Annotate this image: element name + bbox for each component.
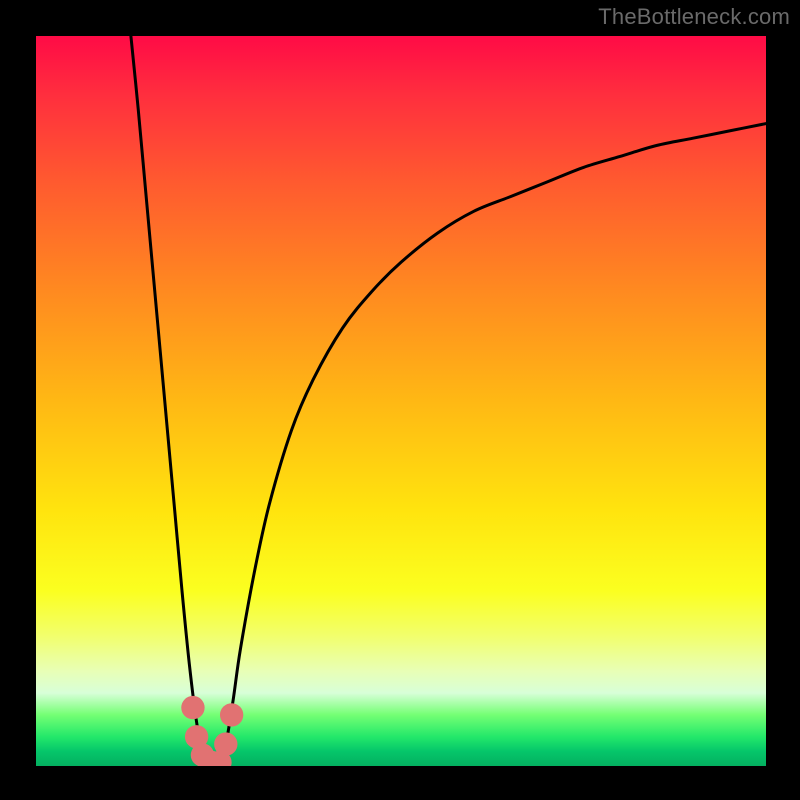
attribution-text: TheBottleneck.com	[598, 4, 790, 30]
minimum-marker	[181, 696, 204, 719]
chart-frame: TheBottleneck.com	[0, 0, 800, 800]
curve-layer	[36, 36, 766, 766]
right-curve	[219, 124, 767, 766]
minimum-marker	[214, 732, 237, 755]
minimum-marker	[220, 703, 243, 726]
plot-area	[36, 36, 766, 766]
left-curve	[131, 36, 211, 766]
minimum-markers	[181, 696, 243, 766]
